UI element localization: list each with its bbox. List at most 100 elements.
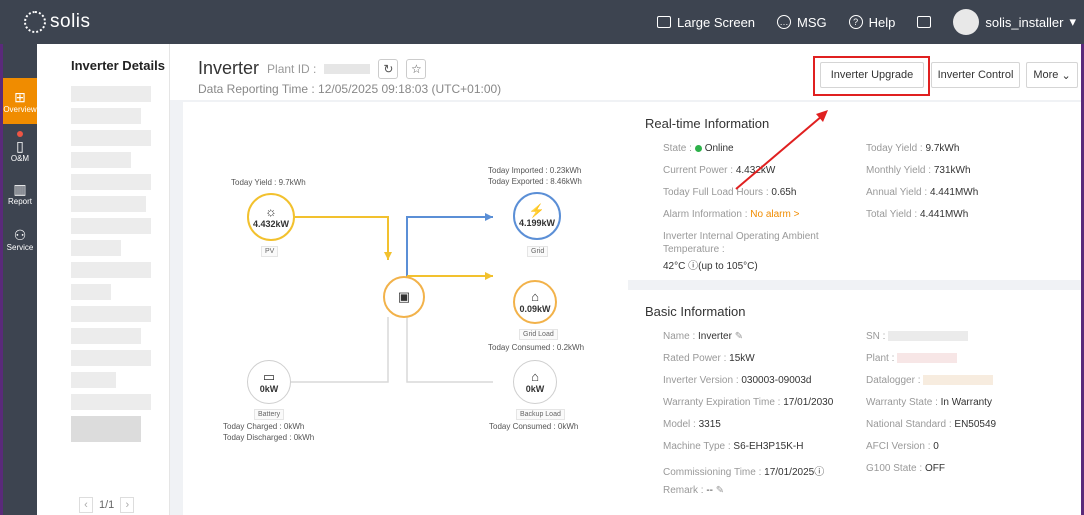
prev-page-button[interactable]: ‹ [79, 497, 93, 513]
version-value: 030003-09003d [741, 375, 812, 386]
temp-label-line2: Temperature : [663, 244, 725, 255]
more-dropdown[interactable]: More ⌄ [1026, 62, 1078, 88]
msg-button[interactable]: … MSG [777, 15, 827, 30]
edit-icon[interactable]: ✎ [735, 331, 743, 342]
pylon-icon: ⚡ [528, 203, 546, 218]
list-item[interactable] [71, 108, 141, 124]
grid-load-node[interactable]: ⌂ 0.09kW [513, 280, 557, 324]
machine-type-value: S6-EH3P15K-H [733, 441, 804, 452]
refresh-button[interactable]: ↻ [378, 58, 399, 79]
inverter-control-button[interactable]: Inverter Control [931, 62, 1020, 88]
warranty-state-value: In Warranty [940, 397, 992, 408]
monthly-yield-label: Monthly Yield : [866, 165, 932, 176]
grid-tag: Grid [527, 246, 549, 257]
export-button[interactable] [917, 16, 932, 28]
edit-icon[interactable]: ✎ [716, 485, 724, 496]
list-item[interactable] [71, 240, 121, 256]
help-icon: ? [848, 15, 863, 29]
grid-load-tag: Grid Load [519, 329, 558, 340]
nav-overview-label: Overview [3, 104, 37, 114]
warranty-state-row: Warranty State : In Warranty [866, 397, 992, 408]
chart-icon [656, 16, 671, 28]
plant-label: Plant : [866, 353, 895, 364]
house-icon: ⌂ [531, 369, 539, 384]
list-item[interactable] [71, 218, 151, 234]
nav-om[interactable]: ▯ O&M [3, 124, 37, 170]
list-item-selected[interactable] [71, 416, 141, 442]
nav-om-label: O&M [10, 154, 30, 163]
plant-value[interactable] [897, 353, 958, 364]
alarm-link[interactable]: No alarm > [750, 209, 799, 220]
name-row: Name : Inverter ✎ [663, 331, 743, 342]
state-row: State : Online [663, 143, 734, 154]
state-value: Online [704, 143, 734, 154]
remark-label: Remark : [663, 485, 704, 496]
info-card: Real-time Information State : Online Cur… [628, 102, 1081, 515]
datalogger-value[interactable] [923, 375, 994, 386]
list-item[interactable] [71, 86, 151, 102]
star-icon: ☆ [411, 61, 422, 76]
backup-load-consumed: Today Consumed : 0kWh [489, 422, 579, 431]
avatar [953, 9, 980, 35]
warranty-exp-label: Warranty Expiration Time : [663, 397, 781, 408]
data-reporting-time: Data Reporting Time : 12/05/2025 09:18:0… [198, 82, 502, 96]
commission-label: Commissioning Time : [663, 467, 762, 478]
msg-label: MSG [797, 14, 827, 30]
nav-overview[interactable]: ⊞ Overview [3, 78, 37, 124]
grid-exported: Today Exported : 8.46kWh [488, 177, 582, 186]
machine-type-label: Machine Type : [663, 441, 731, 452]
favorite-button[interactable]: ☆ [406, 58, 427, 79]
pv-node[interactable]: ☼ 4.432kW [247, 193, 295, 241]
service-icon: ⚇ [13, 226, 27, 243]
current-power-value: 4.432kW [735, 165, 776, 176]
list-item[interactable] [71, 196, 146, 212]
basic-info-title: Basic Information [645, 304, 746, 319]
highlight-box [813, 56, 930, 96]
page-indicator: 1/1 [99, 499, 115, 511]
grid-load-power: 0.09kW [519, 304, 551, 314]
nav-report[interactable]: ▥ Report [3, 170, 37, 216]
total-yield-label: Total Yield : [866, 209, 918, 220]
full-load-row: Today Full Load Hours : 0.65h [663, 187, 796, 198]
list-item[interactable] [71, 174, 151, 190]
help-button[interactable]: ? Help [848, 15, 895, 30]
page-header: Inverter Plant ID : ↻ ☆ Data Reporting T… [170, 44, 1081, 100]
pv-tag: PV [261, 246, 279, 257]
list-item[interactable] [71, 328, 141, 344]
inverter-list-pane: Inverter Details ‹ 1/1 › [37, 44, 170, 515]
left-nav: ⊞ Overview ▯ O&M ▥ Report ⚇ Service [3, 44, 37, 515]
today-yield-row: Today Yield : 9.7kWh [866, 143, 959, 154]
list-item[interactable] [71, 262, 151, 278]
large-screen-button[interactable]: Large Screen [656, 15, 755, 30]
grid-node[interactable]: ⚡ 4.199kW [513, 192, 561, 240]
list-item[interactable] [71, 152, 131, 168]
list-item[interactable] [71, 306, 151, 322]
list-item[interactable] [71, 130, 151, 146]
refresh-icon: ↻ [383, 61, 394, 76]
export-icon [917, 16, 932, 28]
afci-row: AFCI Version : 0 [866, 441, 939, 452]
name-label: Name : [663, 331, 696, 342]
solis-logo[interactable]: solis [24, 11, 91, 33]
list-item[interactable] [71, 394, 151, 410]
list-item[interactable] [71, 350, 151, 366]
section-divider [628, 280, 1081, 290]
battery-discharged: Today Discharged : 0kWh [223, 433, 315, 442]
afci-label: AFCI Version : [866, 441, 931, 452]
logo-icon [24, 11, 46, 33]
om-icon: ▯ [16, 138, 24, 154]
battery-node[interactable]: ▭ 0kW [247, 360, 291, 404]
user-menu[interactable]: solis_installer ▾ [953, 9, 1076, 35]
list-item[interactable] [71, 372, 116, 388]
list-item[interactable] [71, 284, 111, 300]
nav-service[interactable]: ⚇ Service [3, 216, 37, 262]
version-row: Inverter Version : 030003-09003d [663, 375, 811, 386]
sn-label: SN : [866, 331, 886, 342]
plant-row: Plant : [866, 353, 958, 364]
inverter-node[interactable]: ▣ [383, 276, 425, 318]
logo-text: solis [50, 11, 91, 32]
next-page-button[interactable]: › [120, 497, 135, 513]
backup-load-node[interactable]: ⌂ 0kW [513, 360, 557, 404]
national-standard-label: National Standard : [866, 419, 952, 430]
pagination: ‹ 1/1 › [79, 497, 135, 513]
